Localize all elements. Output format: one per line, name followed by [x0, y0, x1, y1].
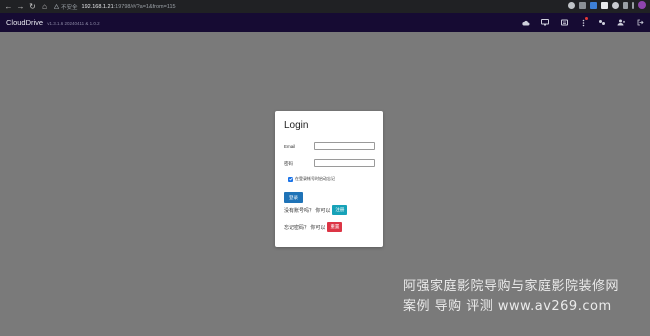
login-card: Login Email 密码 在登录帐号时启动忘记 登录 没有账号吗？ 你可以 …	[275, 111, 383, 247]
profile-avatar[interactable]	[638, 1, 646, 9]
extension-icon[interactable]	[579, 1, 586, 9]
register-row: 没有账号吗？ 你可以 注册	[284, 204, 348, 216]
settings-icon[interactable]	[598, 19, 606, 27]
cloud-icon[interactable]	[522, 19, 530, 27]
password-label: 密码	[284, 161, 293, 166]
browser-toolbar: ← → ↻ ⌂ 不安全 192.168.1.21:19798/#/?a=1&fr…	[0, 0, 650, 13]
sidebar-icon[interactable]	[623, 1, 628, 9]
email-label: Email	[284, 144, 296, 149]
app-name: CloudDrive	[6, 18, 44, 27]
login-title: Login	[284, 120, 309, 131]
list-icon[interactable]	[560, 19, 568, 27]
app-header: CloudDrive v1.3.1.6 20240411 & 1.0.2	[0, 13, 650, 32]
url-path: :19798/#/?a=1&from=115	[113, 3, 176, 10]
divider	[632, 1, 634, 9]
logout-icon[interactable]	[636, 19, 644, 27]
check-icon	[288, 177, 293, 181]
security-label: 不安全	[61, 4, 78, 11]
address-bar[interactable]: 不安全 192.168.1.21:19798/#/?a=1&from=115	[54, 2, 176, 12]
back-icon[interactable]: ←	[3, 1, 14, 12]
remember-option[interactable]: 在登录帐号时启动忘记	[288, 176, 335, 182]
home-icon[interactable]: ⌂	[39, 1, 50, 12]
remember-label: 在登录帐号时启动忘记	[295, 176, 335, 181]
header-actions	[522, 13, 644, 32]
register-button[interactable]: 注册	[332, 205, 348, 215]
extension-icon[interactable]	[601, 1, 608, 9]
app-title[interactable]: CloudDrive v1.3.1.6 20240411 & 1.0.2	[6, 18, 100, 27]
notification-dot	[585, 16, 588, 20]
notification-icon[interactable]	[579, 16, 588, 27]
security-warning[interactable]: 不安全	[54, 3, 78, 11]
remember-checkbox[interactable]	[288, 176, 293, 182]
reset-prompt: 忘记密码？ 你可以	[284, 224, 326, 231]
reset-password-button[interactable]: 重置	[327, 222, 343, 232]
extension-icon[interactable]	[568, 1, 575, 9]
extension-area	[568, 1, 646, 9]
warning-icon	[54, 4, 59, 9]
extension-icon[interactable]	[590, 1, 597, 9]
puzzle-icon[interactable]	[612, 1, 619, 9]
app-version: v1.3.1.6 20240411 & 1.0.2	[47, 21, 100, 26]
reload-icon[interactable]: ↻	[27, 1, 38, 12]
reset-row: 忘记密码？ 你可以 重置	[284, 221, 343, 233]
login-button[interactable]: 登录	[284, 192, 303, 203]
watermark-line-2: 案例 导购 评测 www.av269.com	[403, 299, 612, 314]
register-prompt: 没有账号吗？ 你可以	[284, 207, 331, 214]
url-host: 192.168.1.21	[81, 3, 114, 10]
watermark-line-1: 阿强家庭影院导购与家庭影院装修网	[403, 279, 620, 294]
user-icon[interactable]	[617, 19, 625, 27]
email-field[interactable]	[314, 142, 375, 150]
password-field[interactable]	[314, 159, 375, 167]
forward-icon[interactable]: →	[15, 1, 26, 12]
monitor-icon[interactable]	[541, 19, 549, 27]
